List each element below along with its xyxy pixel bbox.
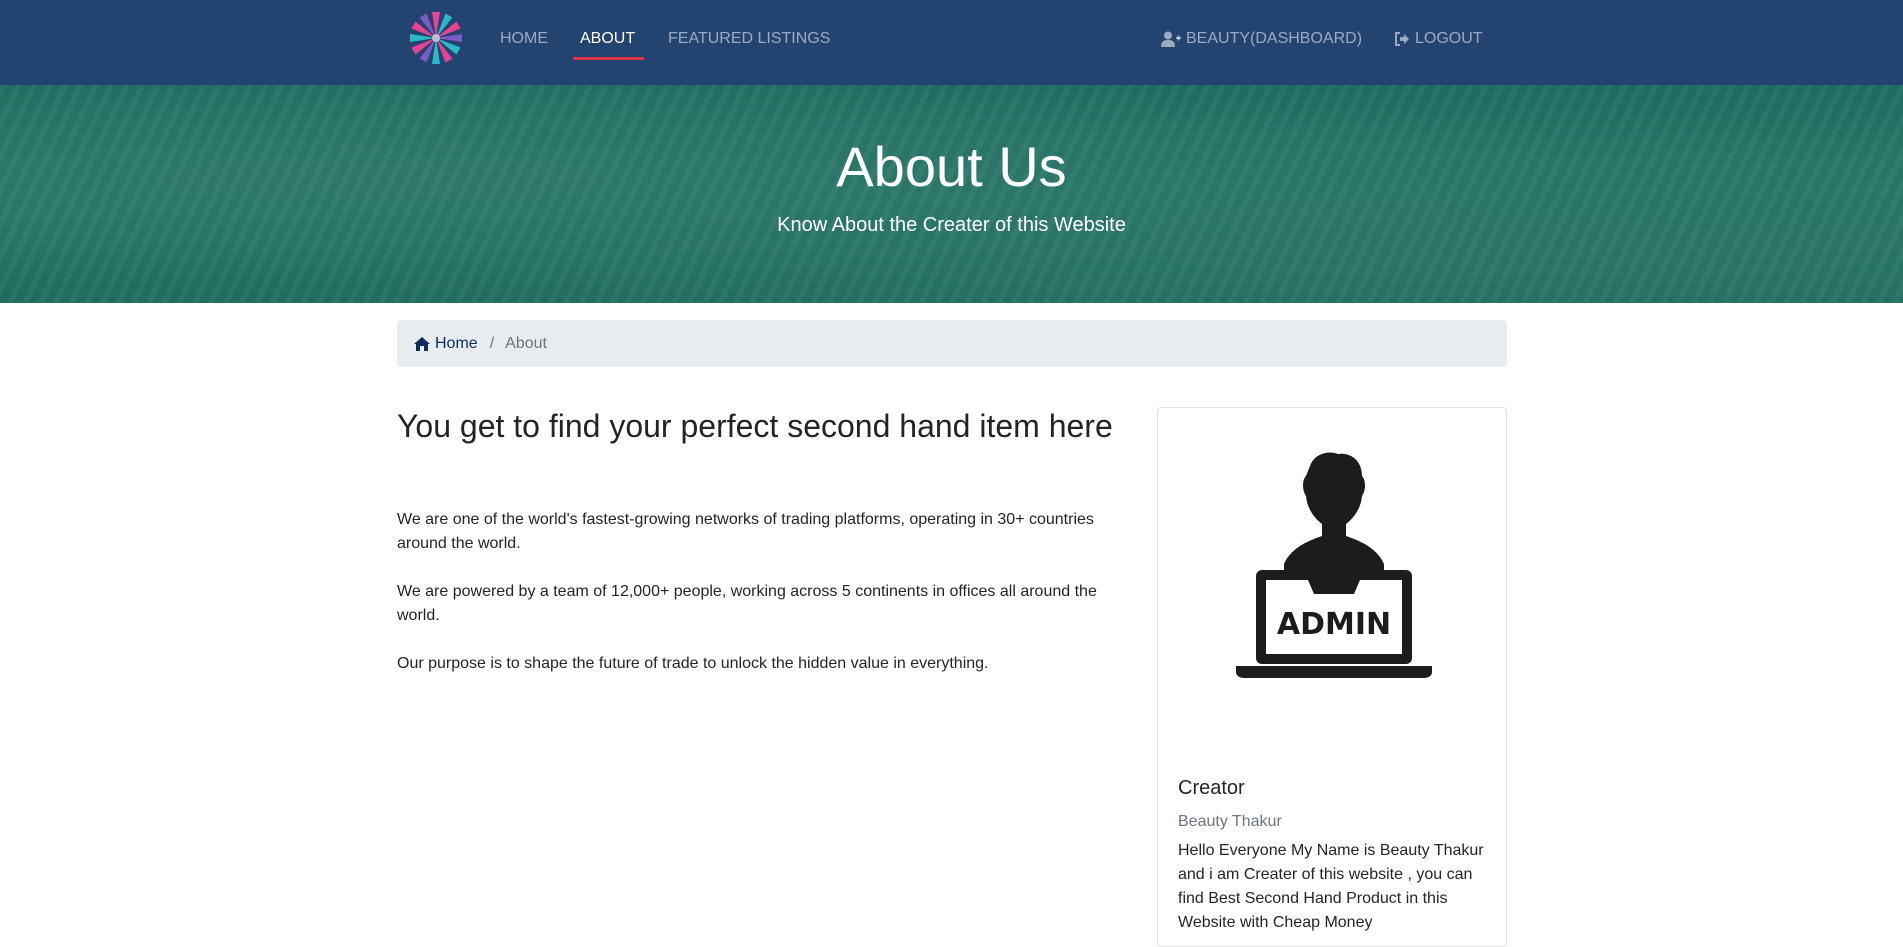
breadcrumb: Home / About: [397, 320, 1507, 367]
top-navbar: HOME ABOUT FEATURED LISTINGS BEAUTY(DASH…: [0, 0, 1903, 85]
breadcrumb-home-link[interactable]: Home: [413, 335, 478, 353]
breadcrumb-separator: /: [489, 334, 495, 352]
dashboard-label: BEAUTY(DASHBOARD): [1186, 30, 1363, 47]
admin-label: ADMIN: [1277, 607, 1391, 642]
nav-about-link[interactable]: ABOUT: [580, 29, 635, 49]
about-paragraph: We are one of the world's fastest-growin…: [397, 511, 1094, 552]
card-text: Hello Everyone My Name is Beauty Thakur …: [1178, 842, 1484, 931]
breadcrumb-current: About: [505, 334, 547, 352]
about-paragraph: We are powered by a team of 12,000+ peop…: [397, 583, 1097, 624]
about-paragraph: Our purpose is to shape the future of tr…: [397, 655, 989, 672]
logout-label: LOGOUT: [1415, 30, 1483, 47]
dashboard-link[interactable]: BEAUTY(DASHBOARD): [1161, 29, 1362, 49]
home-icon: [414, 336, 430, 351]
active-tab-indicator: [573, 57, 644, 60]
card-title: Creator: [1178, 777, 1245, 799]
sign-out-icon: [1395, 32, 1409, 46]
card-subtitle: Beauty Thakur: [1178, 813, 1282, 830]
creator-card: ADMIN Creator Beauty Thakur Hello Everyo…: [1157, 407, 1507, 947]
logout-link[interactable]: LOGOUT: [1394, 29, 1483, 49]
page-subtitle: Know About the Creater of this Website: [777, 214, 1126, 236]
admin-avatar-icon: ADMIN: [1236, 452, 1432, 678]
brand-logo-icon[interactable]: [403, 7, 469, 67]
hero-banner: About Us Know About the Creater of this …: [0, 85, 1903, 303]
nav-featured-listings-link[interactable]: FEATURED LISTINGS: [668, 29, 830, 49]
section-heading: You get to find your perfect second hand…: [397, 408, 1113, 444]
page-title: About Us: [836, 135, 1067, 198]
nav-home-link[interactable]: HOME: [500, 29, 548, 49]
breadcrumb-home-label: Home: [435, 334, 478, 352]
user-plus-icon: [1161, 31, 1181, 47]
